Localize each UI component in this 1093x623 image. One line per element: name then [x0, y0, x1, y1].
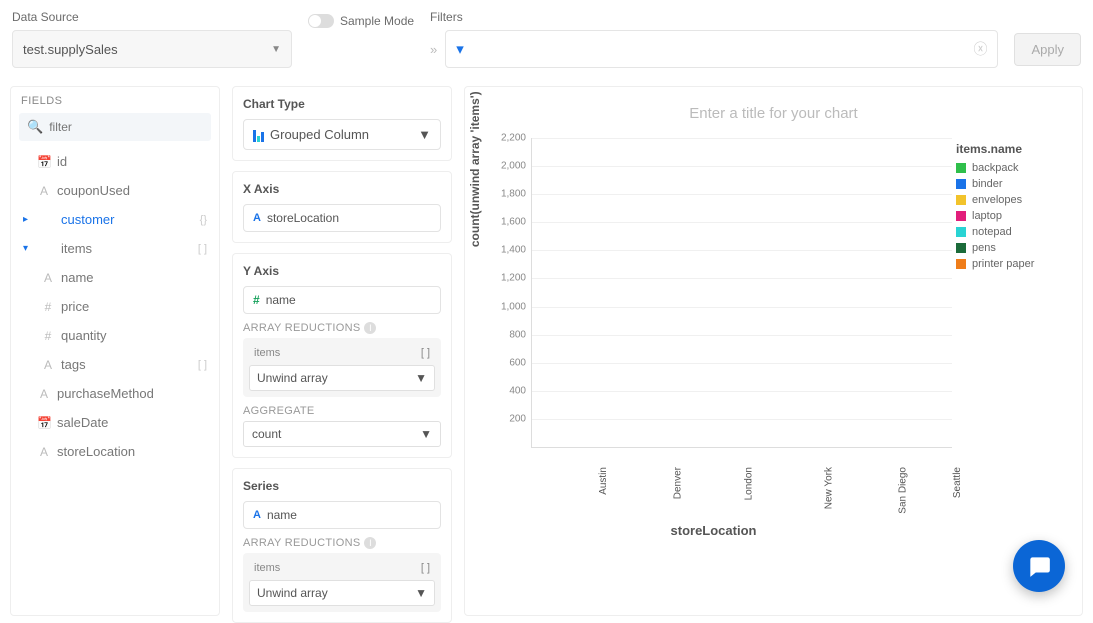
caret-down-icon: ▼ — [418, 127, 431, 142]
y-tick: 1,400 — [501, 245, 532, 256]
caret-down-icon: ▼ — [415, 586, 427, 600]
field-customer[interactable]: ▸customer{} — [11, 205, 219, 234]
legend-item-laptop[interactable]: laptop — [956, 210, 1068, 222]
legend-item-pens[interactable]: pens — [956, 242, 1068, 254]
y-tick: 1,600 — [501, 217, 532, 228]
y-tick: 2,200 — [501, 133, 532, 144]
series-field[interactable]: A name — [243, 501, 441, 529]
help-chat-button[interactable] — [1013, 540, 1065, 592]
clear-filter-icon[interactable]: ⓧ — [973, 39, 987, 59]
chart-plot: count(unwind array 'items') storeLocatio… — [475, 138, 952, 538]
field-saleDate[interactable]: 📅saleDate — [11, 408, 219, 437]
y-tick: 1,000 — [501, 301, 532, 312]
field-storeLocation[interactable]: AstoreLocation — [11, 437, 219, 466]
chat-icon — [1026, 553, 1052, 579]
y-tick: 600 — [509, 357, 532, 368]
chart-panel: Enter a title for your chart count(unwin… — [464, 86, 1083, 616]
info-icon: i — [364, 537, 376, 549]
aggregate-select[interactable]: count▼ — [243, 421, 441, 447]
legend-title: items.name — [956, 142, 1068, 156]
legend-item-backpack[interactable]: backpack — [956, 162, 1068, 174]
y-axis-title: count(unwind array 'items') — [468, 91, 482, 247]
series-label: Series — [243, 479, 441, 493]
sample-mode-toggle[interactable] — [308, 14, 334, 28]
fields-search[interactable]: 🔍 — [19, 113, 211, 141]
config-panel: Chart Type Grouped Column ▼ X Axis A sto… — [232, 86, 452, 616]
filters-label: Filters — [430, 10, 1081, 24]
legend-item-binder[interactable]: binder — [956, 178, 1068, 190]
search-icon: 🔍 — [27, 119, 43, 135]
reduction-op-select-2[interactable]: Unwind array▼ — [249, 580, 435, 606]
aggregate-label: AGGREGATE — [243, 405, 441, 417]
x-tick: London — [744, 467, 755, 500]
array-reductions-label: ARRAY REDUCTIONSi — [243, 322, 441, 334]
array-bracket-icon: [ ] — [421, 562, 430, 574]
x-tick: Seattle — [952, 467, 963, 498]
x-tick: Denver — [672, 467, 683, 499]
x-axis-label: X Axis — [243, 182, 441, 196]
funnel-icon: ▾ — [456, 40, 464, 58]
caret-down-icon: ▼ — [271, 44, 281, 55]
chevron-right-icon: » — [430, 42, 437, 57]
data-source-select[interactable]: test.supplySales ▼ — [12, 30, 292, 68]
text-type-icon: A — [253, 212, 261, 224]
field-items[interactable]: ▾items[ ] — [11, 234, 219, 263]
reduction-op-select[interactable]: Unwind array▼ — [249, 365, 435, 391]
sample-mode-label: Sample Mode — [340, 14, 414, 28]
reduction-field: items — [254, 347, 280, 359]
info-icon: i — [364, 322, 376, 334]
chart-type-value: Grouped Column — [270, 127, 369, 142]
caret-down-icon: ▼ — [415, 371, 427, 385]
x-tick: San Diego — [897, 467, 908, 514]
x-tick: Austin — [598, 467, 609, 495]
legend-item-envelopes[interactable]: envelopes — [956, 194, 1068, 206]
field-items-quantity[interactable]: #quantity — [11, 321, 219, 350]
y-tick: 1,200 — [501, 273, 532, 284]
apply-button[interactable]: Apply — [1014, 33, 1081, 66]
legend-item-notepad[interactable]: notepad — [956, 226, 1068, 238]
grouped-column-icon — [253, 128, 264, 142]
field-items-name[interactable]: Aname — [11, 263, 219, 292]
filter-input-box[interactable]: ▾ ⓧ — [445, 30, 998, 68]
y-tick: 800 — [509, 329, 532, 340]
text-type-icon: A — [253, 509, 261, 521]
fields-header: FIELDS — [11, 95, 219, 113]
field-purchaseMethod[interactable]: ApurchaseMethod — [11, 379, 219, 408]
chart-type-select[interactable]: Grouped Column ▼ — [243, 119, 441, 150]
caret-down-icon: ▼ — [420, 427, 432, 441]
data-source-label: Data Source — [12, 10, 292, 24]
chart-legend: items.name backpack binder envelopes laptop… — [952, 138, 1072, 538]
legend-item-printer-paper[interactable]: printer paper — [956, 258, 1068, 270]
y-axis-field[interactable]: # name — [243, 286, 441, 314]
array-reductions-label-2: ARRAY REDUCTIONSi — [243, 537, 441, 549]
y-tick: 2,000 — [501, 161, 532, 172]
x-tick: New York — [823, 467, 834, 509]
y-tick: 200 — [509, 413, 532, 424]
chart-type-label: Chart Type — [243, 97, 441, 111]
y-tick: 1,800 — [501, 189, 532, 200]
y-axis-label: Y Axis — [243, 264, 441, 278]
x-axis-title: storeLocation — [671, 523, 757, 538]
field-items-price[interactable]: #price — [11, 292, 219, 321]
fields-search-input[interactable] — [49, 120, 203, 134]
y-tick: 400 — [509, 385, 532, 396]
fields-panel: FIELDS 🔍 📅idAcouponUsed▸customer{}▾items… — [10, 86, 220, 616]
field-couponUsed[interactable]: AcouponUsed — [11, 176, 219, 205]
array-bracket-icon: [ ] — [421, 347, 430, 359]
chart-title-placeholder[interactable]: Enter a title for your chart — [475, 97, 1072, 138]
data-source-value: test.supplySales — [23, 42, 118, 57]
number-type-icon: # — [253, 293, 260, 307]
x-axis-field[interactable]: A storeLocation — [243, 204, 441, 232]
field-id[interactable]: 📅id — [11, 147, 219, 176]
field-items-tags[interactable]: Atags[ ] — [11, 350, 219, 379]
reduction-field-2: items — [254, 562, 280, 574]
